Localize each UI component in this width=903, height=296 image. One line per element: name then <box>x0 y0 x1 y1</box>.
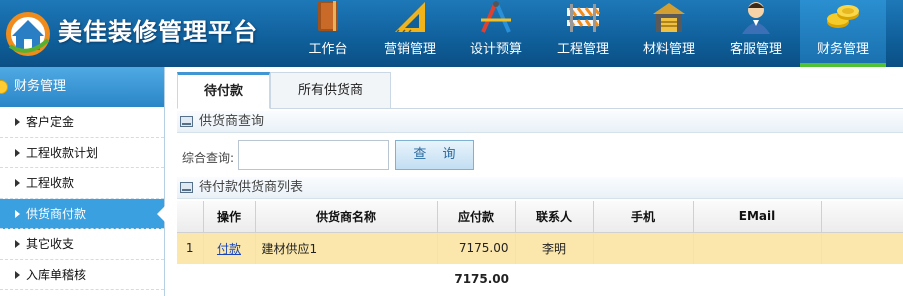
pay-link[interactable]: 付款 <box>217 242 241 256</box>
logo: 美佳装修管理平台 <box>0 0 290 67</box>
row-index: 1 <box>177 232 204 264</box>
arrow-right-icon <box>15 148 20 157</box>
nav-item-customer-service[interactable]: 客服管理 <box>712 0 800 67</box>
monitor-icon <box>180 116 193 127</box>
search-input[interactable] <box>238 140 389 170</box>
nav-item-materials[interactable]: 材料管理 <box>626 0 712 67</box>
table-header-row: 操作 供货商名称 应付款 联系人 手机 EMail <box>177 201 903 233</box>
sidebar-title: 财务管理 <box>14 79 67 94</box>
column-header-email[interactable]: EMail <box>693 201 822 233</box>
column-header-action: 操作 <box>203 201 256 233</box>
search-label: 综合查询: <box>182 151 235 165</box>
tab-bar: 待付款 所有供货商 <box>177 72 903 109</box>
arrow-right-icon <box>15 240 20 248</box>
sidebar-item-project-receipts[interactable]: 工程收款 <box>0 168 164 199</box>
sidebar-item-label: 供货商付款 <box>26 206 87 221</box>
email <box>693 232 822 264</box>
supplier-table: 操作 供货商名称 应付款 联系人 手机 EMail 1 付款 建材供应1 717… <box>177 201 903 294</box>
column-header-amount-due[interactable]: 应付款 <box>437 201 516 233</box>
customer-service-icon <box>742 2 770 34</box>
pay-link-cell: 付款 <box>203 232 256 264</box>
table-row: 1 付款 建材供应1 7175.00 李明 <box>177 232 903 264</box>
sidebar-header-icon <box>0 80 8 94</box>
sidebar-header: 财务管理 <box>0 67 164 107</box>
monitor-icon <box>180 182 193 193</box>
search-bar: 综合查询: 查 询 <box>177 139 903 173</box>
ruler-icon <box>395 2 425 33</box>
coins-icon <box>827 5 859 28</box>
section-title: 供货商查询 <box>199 114 265 129</box>
nav-item-engineering[interactable]: 工程管理 <box>540 0 626 67</box>
column-header-supplier-name[interactable]: 供货商名称 <box>255 201 438 233</box>
tab-all-suppliers[interactable]: 所有供货商 <box>270 72 391 109</box>
top-header: 美佳装修管理平台 工作台 营销管理 设计预算 工程管理 材料管理 客服管理 财务… <box>0 0 903 67</box>
sidebar-item-label: 其它收支 <box>26 237 75 251</box>
app-title: 美佳装修管理平台 <box>58 18 258 46</box>
sidebar-item-supplier-payment[interactable]: 供货商付款 <box>0 198 165 229</box>
sidebar: 财务管理 客户定金 工程收款计划 工程收款 供货商付款 其它收支 入库单稽核 <box>0 67 165 296</box>
arrow-right-icon <box>15 209 20 218</box>
column-header-phone[interactable]: 手机 <box>593 201 694 233</box>
total-row: 7175.00 <box>177 264 903 294</box>
sidebar-item-label: 入库单稽核 <box>26 267 87 282</box>
nav-item-design-budget[interactable]: 设计预算 <box>452 0 540 67</box>
nav-item-finance[interactable]: 财务管理 <box>800 0 886 67</box>
sidebar-item-payment-plan[interactable]: 工程收款计划 <box>0 138 164 168</box>
supplier-name: 建材供应1 <box>255 232 438 264</box>
column-header-contact[interactable]: 联系人 <box>515 201 594 233</box>
design-tools-icon <box>481 1 511 33</box>
nav-item-marketing[interactable]: 营销管理 <box>368 0 452 67</box>
barrier-icon <box>567 4 601 32</box>
row-filler <box>821 232 903 264</box>
sidebar-item-label: 工程收款 <box>26 176 75 190</box>
sidebar-item-label: 工程收款计划 <box>26 145 99 160</box>
column-header-filler <box>821 201 903 233</box>
logo-house-icon <box>6 12 50 56</box>
tab-pending-payment[interactable]: 待付款 <box>177 72 270 109</box>
phone <box>593 232 694 264</box>
column-header-index <box>177 201 204 233</box>
main-content: 待付款 所有供货商 供货商查询 综合查询: 查 询 待付款供货商列表 操作 供货… <box>177 67 903 296</box>
arrow-right-icon <box>15 118 20 126</box>
total-amount: 7175.00 <box>437 264 515 294</box>
nav-item-workbench[interactable]: 工作台 <box>288 0 368 67</box>
warehouse-icon <box>653 3 685 32</box>
contact-name: 李明 <box>515 232 594 264</box>
section-header-list: 待付款供货商列表 <box>177 177 903 199</box>
sidebar-item-other-income-expense[interactable]: 其它收支 <box>0 229 164 260</box>
search-button[interactable]: 查 询 <box>395 140 474 170</box>
section-header-search: 供货商查询 <box>177 111 903 133</box>
section-title: 待付款供货商列表 <box>199 180 304 195</box>
sidebar-item-label: 客户定金 <box>26 115 75 129</box>
sidebar-item-customer-deposit[interactable]: 客户定金 <box>0 107 164 138</box>
sidebar-item-stock-audit[interactable]: 入库单稽核 <box>0 260 164 290</box>
book-icon <box>318 1 338 31</box>
arrow-right-icon <box>15 270 20 279</box>
arrow-right-icon <box>15 179 20 187</box>
amount-due: 7175.00 <box>437 232 516 264</box>
